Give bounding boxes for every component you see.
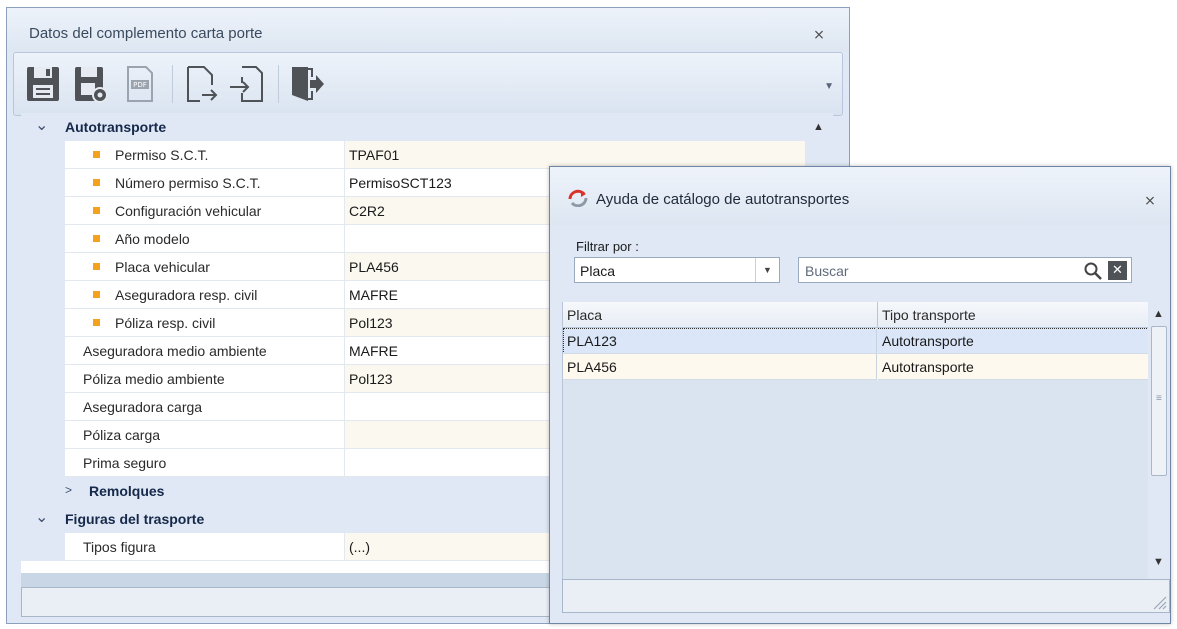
scroll-down-icon[interactable]: ▼: [1153, 556, 1164, 568]
app-logo-icon: [568, 189, 588, 207]
property-label: Aseguradora medio ambiente: [65, 337, 345, 365]
dialog-close-icon[interactable]: ⨯: [1142, 194, 1158, 208]
catalog-table: Placa Tipo transporte PLA123 Autotranspo…: [562, 302, 1149, 579]
autotransportes-catalog-dialog: Ayuda de catálogo de autotransportes ⨯ F…: [549, 166, 1171, 624]
property-label: Aseguradora resp. civil: [65, 281, 345, 309]
property-label: Aseguradora carga: [65, 393, 345, 421]
search-input[interactable]: Buscar ✕: [798, 257, 1132, 283]
save-icon[interactable]: [24, 63, 62, 105]
dialog-title: Ayuda de catálogo de autotransportes: [596, 191, 850, 208]
filter-label: Filtrar por :: [576, 239, 639, 254]
property-label: Póliza resp. civil: [65, 309, 345, 337]
subcategory-remolques-label: Remolques: [89, 483, 165, 499]
main-toolbar: PDF ▼: [13, 52, 843, 116]
required-marker-icon: [93, 235, 100, 242]
filter-select[interactable]: Placa ▼: [574, 257, 780, 283]
category-autotransporte[interactable]: ⌄ Autotransporte: [21, 113, 805, 141]
main-close-icon[interactable]: ⨯: [811, 28, 827, 42]
exit-icon[interactable]: [288, 63, 326, 105]
save-settings-icon[interactable]: [72, 63, 110, 105]
property-label: Póliza medio ambiente: [65, 365, 345, 393]
main-window-title: Datos del complemento carta porte: [29, 25, 263, 42]
property-row[interactable]: Permiso S.C.T. TPAF01: [21, 141, 805, 169]
category-figuras-transporte-label: Figuras del trasporte: [65, 511, 205, 527]
required-marker-icon: [93, 207, 100, 214]
table-row[interactable]: PLA123 Autotransporte: [563, 328, 1149, 354]
required-marker-icon: [93, 151, 100, 158]
main-title-bar[interactable]: Datos del complemento carta porte ⨯: [7, 8, 849, 52]
category-autotransporte-label: Autotransporte: [65, 119, 167, 135]
property-label: Año modelo: [65, 225, 345, 253]
property-label: Permiso S.C.T.: [65, 141, 345, 169]
table-row[interactable]: PLA456 Autotransporte: [563, 354, 1149, 380]
chevron-down-icon[interactable]: ⌄: [35, 115, 48, 135]
table-scrollbar[interactable]: ▲ ≡ ▼: [1148, 302, 1170, 579]
svg-text:PDF: PDF: [133, 81, 147, 89]
scroll-thumb[interactable]: ≡: [1151, 326, 1167, 476]
export-document-icon[interactable]: [182, 63, 220, 105]
resize-grip-icon[interactable]: [1151, 594, 1167, 610]
toolbar-separator: [172, 65, 173, 103]
property-label: Prima seguro: [65, 449, 345, 477]
clear-search-icon[interactable]: ✕: [1108, 261, 1127, 280]
required-marker-icon: [93, 179, 100, 186]
cell-placa: PLA456: [563, 354, 877, 380]
column-header-tipo-transporte[interactable]: Tipo transporte: [882, 307, 976, 323]
chevron-down-icon[interactable]: ⌄: [35, 507, 48, 527]
scroll-up-icon[interactable]: ▲: [1153, 308, 1164, 320]
required-marker-icon: [93, 319, 100, 326]
grip-icon: ≡: [1156, 393, 1162, 404]
chevron-right-icon[interactable]: >: [65, 483, 72, 497]
cell-tipo-transporte: Autotransporte: [878, 354, 1149, 380]
property-value[interactable]: TPAF01: [345, 141, 805, 169]
property-label: Tipos figura: [65, 533, 345, 561]
property-label: Póliza carga: [65, 421, 345, 449]
toolbar-separator: [278, 65, 279, 103]
scroll-up-icon[interactable]: ▲: [813, 121, 824, 133]
table-header: Placa Tipo transporte: [563, 302, 1149, 328]
property-label: Placa vehicular: [65, 253, 345, 281]
property-label: Configuración vehicular: [65, 197, 345, 225]
cell-tipo-transporte: Autotransporte: [878, 328, 1149, 354]
import-document-icon[interactable]: [228, 63, 266, 105]
pdf-icon[interactable]: PDF: [120, 63, 158, 105]
toolbar-overflow-icon[interactable]: ▼: [824, 81, 834, 92]
required-marker-icon: [93, 263, 100, 270]
search-placeholder: Buscar: [805, 263, 849, 279]
dialog-status-bar: [562, 579, 1170, 613]
search-icon[interactable]: [1083, 261, 1103, 281]
dialog-title-bar[interactable]: Ayuda de catálogo de autotransportes ⨯: [550, 167, 1170, 225]
property-label: Número permiso S.C.T.: [65, 169, 345, 197]
column-header-placa[interactable]: Placa: [567, 307, 602, 323]
chevron-down-icon[interactable]: ▼: [755, 258, 779, 282]
cell-placa: PLA123: [563, 328, 877, 354]
filter-select-value: Placa: [580, 263, 616, 279]
required-marker-icon: [93, 291, 100, 298]
